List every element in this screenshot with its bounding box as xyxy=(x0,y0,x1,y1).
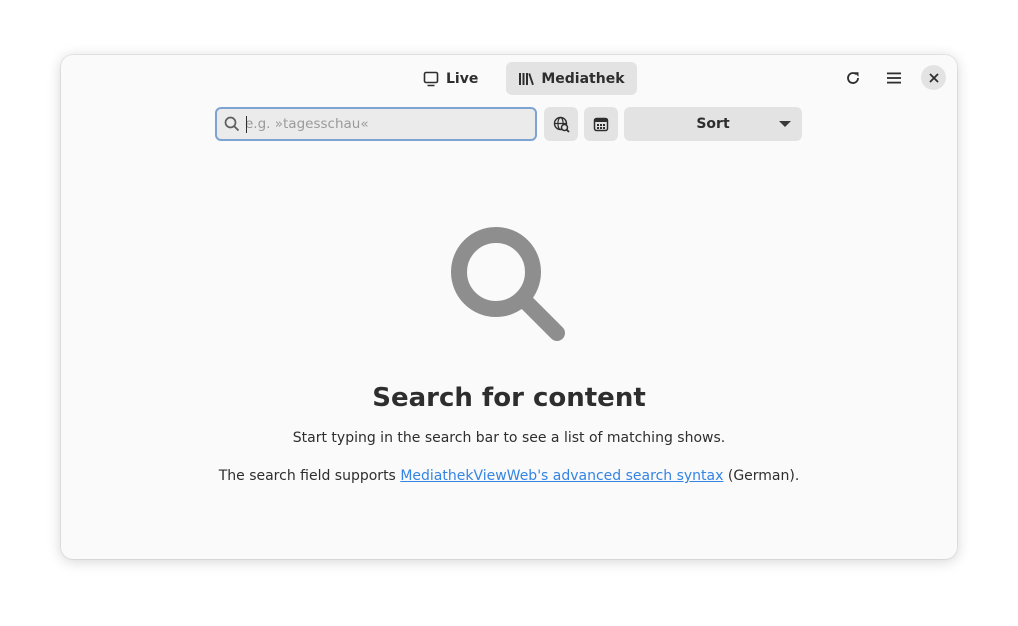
hint-prefix: The search field supports xyxy=(218,468,401,484)
tab-mediathek[interactable]: Mediathek xyxy=(506,62,637,95)
library-icon xyxy=(519,72,535,85)
headerbar: Live Mediathek xyxy=(61,55,957,101)
hamburger-menu-icon xyxy=(887,72,901,84)
refresh-button[interactable] xyxy=(838,64,868,92)
date-filter-button[interactable] xyxy=(584,107,618,141)
tab-live-label: Live xyxy=(446,70,479,87)
calendar-icon xyxy=(593,117,609,132)
close-icon xyxy=(928,72,939,83)
search-icon xyxy=(224,116,240,132)
app-window: Live Mediathek e.g. »tagesschau« Sort Se… xyxy=(61,55,957,559)
tv-icon xyxy=(423,71,439,86)
search-placeholder-icon xyxy=(451,227,565,341)
refresh-icon xyxy=(847,72,859,84)
hint-suffix: (German). xyxy=(723,468,800,484)
search-entry[interactable] xyxy=(215,107,537,141)
tab-mediathek-label: Mediathek xyxy=(541,70,625,87)
sort-dropdown[interactable]: Sort xyxy=(624,107,802,141)
text-caret xyxy=(246,116,247,133)
search-web-button[interactable] xyxy=(544,107,578,141)
tab-live[interactable]: Live xyxy=(411,62,490,95)
main-menu-button[interactable] xyxy=(879,64,909,92)
status-hint: The search field supports MediathekViewW… xyxy=(61,468,957,484)
advanced-syntax-link[interactable]: MediathekViewWeb's advanced search synta… xyxy=(400,468,723,484)
view-switcher: Live Mediathek xyxy=(411,62,637,95)
globe-search-icon xyxy=(553,116,570,133)
close-button[interactable] xyxy=(921,65,946,90)
sort-label: Sort xyxy=(696,116,730,132)
status-title: Search for content xyxy=(372,383,646,413)
search-input[interactable] xyxy=(245,109,529,139)
search-toolbar: Sort xyxy=(215,107,802,141)
dropdown-arrow-icon xyxy=(779,121,791,127)
status-description: Start typing in the search bar to see a … xyxy=(292,430,726,446)
